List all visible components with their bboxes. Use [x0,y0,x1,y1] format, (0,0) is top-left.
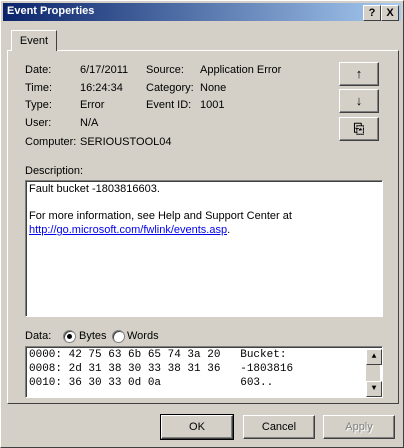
type-value: Error [80,99,105,111]
data-line: 0008: 2d 31 38 30 33 38 31 36 -1803816 [29,363,294,375]
user-value: N/A [80,117,99,129]
data-line: 0000: 42 75 63 6b 65 74 3a 20 Bucket: [29,349,294,361]
bytes-radio[interactable] [63,330,76,343]
event-id-label: Event ID: [146,99,192,111]
help-button[interactable]: ? [363,5,381,21]
type-label: Type: [25,99,52,111]
close-button[interactable]: X [381,5,399,21]
title-bar[interactable]: Event Properties ? X [3,3,401,21]
description-label: Description: [25,165,84,177]
scroll-down-icon[interactable]: ▼ [366,381,382,397]
data-line: 0010: 36 30 33 0d 0a 603.. [29,377,274,389]
time-label: Time: [25,82,53,94]
computer-value: SERIOUSTOOL04 [80,136,172,148]
cancel-button[interactable]: Cancel [243,415,315,439]
category-value: None [200,82,227,94]
category-label: Category: [146,82,194,94]
previous-event-button[interactable]: ↑ [339,62,379,86]
data-label: Data: [25,330,52,342]
apply-button[interactable]: Apply [323,415,395,439]
date-label: Date: [25,64,52,76]
user-label: User: [25,117,52,129]
source-value: Application Error [200,64,282,76]
computer-label: Computer: [25,136,77,148]
ok-button[interactable]: OK [160,414,234,440]
bytes-label[interactable]: Bytes [79,330,107,342]
time-value: 16:24:34 [80,82,123,94]
tab-event[interactable]: Event [11,30,57,51]
data-scrollbar[interactable]: ▲ ▼ [366,349,382,397]
help-link[interactable]: http://go.microsoft.com/fwlink/events.as… [29,224,227,236]
event-id-value: 1001 [200,99,225,111]
copy-icon: ⎘ [353,121,365,136]
window-title: Event Properties [7,5,95,17]
arrow-up-icon: ↑ [355,66,363,81]
event-properties-window: Event Properties ? X Event Date: 6/17/20… [0,0,404,448]
description-line-2: For more information, see Help and Suppo… [29,210,292,222]
source-label: Source: [146,64,184,76]
description-box[interactable]: Fault bucket -1803816603. For more infor… [25,180,383,317]
data-box[interactable]: 0000: 42 75 63 6b 65 74 3a 20 Bucket: 00… [25,346,383,398]
next-event-button[interactable]: ↓ [339,89,379,113]
link-suffix: . [227,224,231,236]
date-value: 6/17/2011 [80,64,129,76]
copy-button[interactable]: ⎘ [339,117,379,141]
description-line-1: Fault bucket -1803816603. [29,183,160,195]
words-radio[interactable] [112,330,125,343]
arrow-down-icon: ↓ [355,93,363,108]
scroll-up-icon[interactable]: ▲ [366,349,382,365]
words-label[interactable]: Words [127,330,159,342]
